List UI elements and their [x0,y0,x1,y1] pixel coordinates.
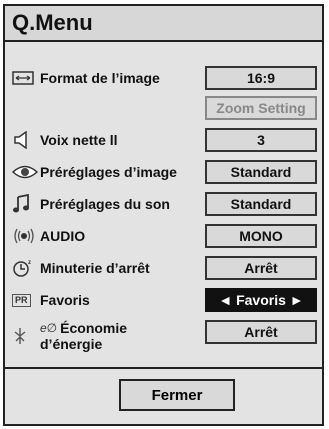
speaker-icon [12,129,40,151]
energy-saving-value[interactable]: Arrêt [205,320,317,344]
menu-row-zoom-setting[interactable]: Zoom Setting [5,94,322,122]
audio-value[interactable]: MONO [205,224,317,248]
menu-item-label: d’énergie [40,336,103,352]
menu-row-sleep-timer[interactable]: z Minuterie d’arrêt Arrêt [5,254,322,282]
menu-item-label: Format de l’image [40,70,160,86]
picture-mode-value[interactable]: Standard [205,160,317,184]
favorites-value[interactable]: ◄ Favoris ► [205,288,317,312]
eye-icon [12,161,40,183]
eco-icon-text: e∅ [40,321,58,335]
menu-row-aspect-ratio[interactable]: Format de l’image 16:9 [5,64,322,92]
menu-item-label: Préréglages du son [40,196,170,212]
sleep-timer-value[interactable]: Arrêt [205,256,317,280]
menu-item-label: Préréglages d’image [40,164,177,180]
menu-row-clear-voice[interactable]: Voix nette ll 3 [5,126,322,154]
clear-voice-value[interactable]: 3 [205,128,317,152]
pr-icon: PR [12,289,40,311]
qmenu-panel: Q.Menu Format de l’image 16:9 Zoom Setti… [3,4,324,426]
menu-item-label: Voix nette ll [40,132,118,148]
menu-item-label: Favoris [40,292,90,308]
energy-saving-icon [12,325,40,347]
music-note-icon [12,193,40,215]
zoom-setting-button[interactable]: Zoom Setting [205,96,317,120]
sleep-timer-icon: z [12,257,40,279]
menu-footer: Fermer [5,367,322,424]
aspect-ratio-icon [12,67,40,89]
menu-row-favorites[interactable]: PR Favoris ◄ Favoris ► [5,286,322,314]
pr-icon-text: PR [12,293,31,307]
close-button[interactable]: Fermer [119,379,235,411]
audio-icon [12,225,40,247]
menu-row-audio[interactable]: AUDIO MONO [5,222,322,250]
sound-mode-value[interactable]: Standard [205,192,317,216]
menu-item-label: AUDIO [40,228,86,244]
aspect-ratio-value[interactable]: 16:9 [205,66,317,90]
svg-text:z: z [28,260,31,266]
menu-item-label: Économie [60,320,128,336]
menu-row-sound-mode[interactable]: Préréglages du son Standard [5,190,322,218]
menu-title: Q.Menu [5,6,322,42]
menu-row-energy-saving[interactable]: e∅ Économie d’énergie Arrêt [5,318,322,354]
menu-row-picture-mode[interactable]: Préréglages d’image Standard [5,158,322,186]
menu-item-label: Minuterie d’arrêt [40,260,150,276]
